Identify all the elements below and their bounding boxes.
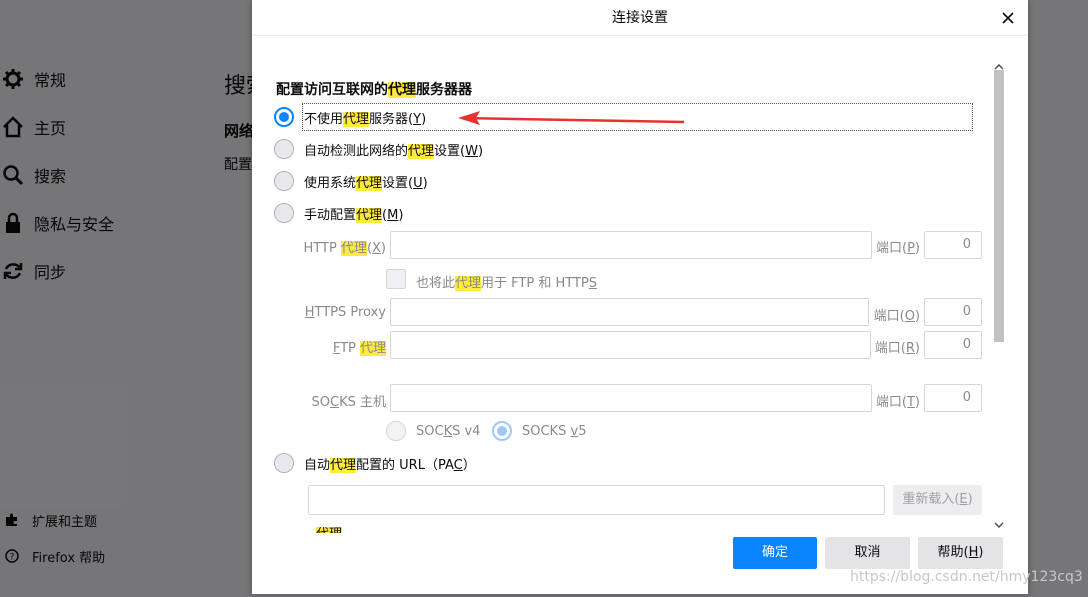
reload-button[interactable]: 重新载入(E) xyxy=(893,485,982,515)
radio-pac-url[interactable]: 自动代理配置的 URL（PAC） xyxy=(274,451,476,475)
socks-host-input[interactable] xyxy=(390,384,872,412)
also-use-label: 也将此代理用于 FTP 和 HTTPS xyxy=(416,276,597,291)
radio-button[interactable] xyxy=(386,421,406,441)
socks-host-label: SOCKS 主机 xyxy=(311,395,386,410)
ftp-proxy-label: FTP 代理 xyxy=(332,341,386,356)
radio-label: 使用系统代理设置(U) xyxy=(304,175,428,191)
ok-button[interactable]: 确定 xyxy=(733,537,817,569)
radio-manual-proxy[interactable]: 手动配置代理(M) xyxy=(274,201,403,225)
radio-button-selected[interactable] xyxy=(274,107,294,127)
https-port-input[interactable]: 0 xyxy=(924,298,982,326)
also-use-checkbox[interactable] xyxy=(386,269,406,289)
cut-off-text: 代理 xyxy=(274,527,343,533)
radio-label: 手动配置代理(M) xyxy=(304,207,404,223)
radio-button[interactable] xyxy=(274,203,294,223)
proxy-section-title: 配置访问互联网的代理服务器器 xyxy=(276,82,472,98)
http-proxy-label: HTTP 代理(X) xyxy=(303,241,386,256)
https-proxy-label: HTTPS Proxy xyxy=(304,305,386,320)
close-icon[interactable] xyxy=(998,8,1018,28)
radio-no-proxy[interactable]: 不使用代理服务器(Y) xyxy=(274,105,426,129)
pac-url-input[interactable] xyxy=(308,485,885,515)
http-port-label: 端口(P) xyxy=(876,241,920,256)
radio-system-proxy[interactable]: 使用系统代理设置(U) xyxy=(274,169,428,193)
https-proxy-input[interactable] xyxy=(390,298,869,326)
http-port-input[interactable]: 0 xyxy=(924,231,982,259)
red-arrow-annotation xyxy=(458,111,685,125)
ftp-port-label: 端口(R) xyxy=(874,341,920,356)
radio-label: SOCKS v5 xyxy=(522,423,587,439)
ftp-port-input[interactable]: 0 xyxy=(924,331,982,359)
radio-label: SOCKS v4 xyxy=(416,423,481,439)
radio-button-selected[interactable] xyxy=(492,421,512,441)
watermark: https://blog.csdn.net/hmy123cq3 xyxy=(850,569,1083,585)
vertical-scrollbar[interactable] xyxy=(992,34,1006,532)
scroll-down-icon[interactable] xyxy=(993,520,1005,530)
cancel-button[interactable]: 取消 xyxy=(825,537,910,569)
dialog-title: 连接设置 xyxy=(252,0,1028,36)
scrollbar-thumb[interactable] xyxy=(994,70,1004,342)
radio-button[interactable] xyxy=(274,453,294,473)
https-port-label: 端口(O) xyxy=(873,309,920,324)
radio-auto-detect[interactable]: 自动检测此网络的代理设置(W) xyxy=(274,137,483,161)
http-proxy-input[interactable] xyxy=(390,231,872,259)
radio-label: 自动检测此网络的代理设置(W) xyxy=(304,143,484,159)
radio-button[interactable] xyxy=(274,139,294,159)
socks-port-label: 端口(T) xyxy=(875,395,920,410)
radio-socks-v4[interactable]: SOCKS v4 xyxy=(386,419,480,443)
socks-port-input[interactable]: 0 xyxy=(924,384,982,412)
ftp-proxy-input[interactable] xyxy=(390,331,871,359)
radio-socks-v5[interactable]: SOCKS v5 xyxy=(492,419,586,443)
dialog-content: 配置访问互联网的代理服务器器 不使用代理服务器(Y) 自动检测此网络的代理设置(… xyxy=(252,37,1028,533)
radio-button[interactable] xyxy=(274,171,294,191)
radio-label: 自动代理配置的 URL（PAC） xyxy=(304,457,476,473)
radio-label: 不使用代理服务器(Y) xyxy=(304,111,427,127)
help-button[interactable]: 帮助(H) xyxy=(918,537,1003,569)
connection-settings-dialog: 连接设置 配置访问互联网的代理服务器器 不使用代理服务器(Y) 自动检测此网络的… xyxy=(252,0,1028,594)
